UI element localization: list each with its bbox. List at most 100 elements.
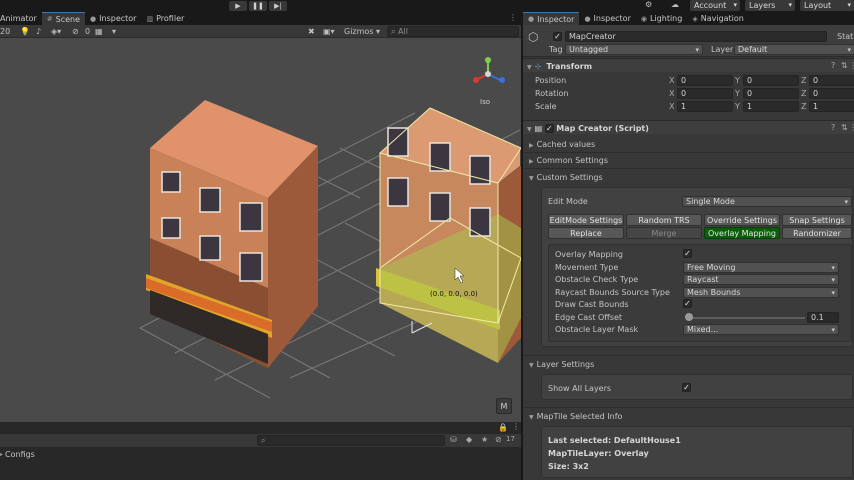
- transform-foldout[interactable]: ▼ ⊹ Transform: [527, 62, 592, 71]
- obstacle-check-type-label: Obstacle Check Type: [555, 275, 639, 284]
- layout-dropdown[interactable]: Layout ▾: [800, 0, 854, 11]
- default-house-selected[interactable]: [376, 107, 521, 363]
- show-all-layers-checkbox[interactable]: ✓: [682, 383, 691, 392]
- filter-by-label-icon[interactable]: ◆: [466, 435, 472, 444]
- default-house-left[interactable]: [146, 100, 318, 368]
- static-label[interactable]: Static: [837, 32, 854, 41]
- effects-icon[interactable]: ◈▾: [51, 26, 61, 37]
- scene-orientation-gizmo[interactable]: [473, 57, 505, 83]
- snap-settings-button[interactable]: Snap Settings: [782, 214, 852, 226]
- step-button[interactable]: ▶|: [269, 1, 287, 11]
- camera-icon[interactable]: ▣▾: [323, 26, 335, 37]
- presets-icon[interactable]: ⇅: [841, 61, 848, 70]
- active-checkbox[interactable]: ✓: [553, 32, 562, 41]
- movement-type-dropdown[interactable]: Free Moving: [683, 261, 839, 273]
- panel-menu-icon[interactable]: ⋮: [512, 422, 520, 431]
- scale-z-field[interactable]: 1: [809, 101, 854, 112]
- pause-button[interactable]: ❚❚: [249, 1, 267, 11]
- component-menu-icon[interactable]: ⋮: [849, 123, 854, 132]
- edge-cast-offset-value-field[interactable]: 0.1: [807, 311, 839, 323]
- m-overlay-button[interactable]: M: [496, 398, 512, 414]
- tag-dropdown[interactable]: Untagged: [565, 44, 703, 55]
- tab-label: Scene: [55, 14, 81, 24]
- account-dropdown[interactable]: Account ▾: [690, 0, 740, 11]
- rotation-y-field[interactable]: 0: [743, 88, 799, 99]
- tab-profiler[interactable]: ▥ Profiler: [141, 12, 189, 25]
- edge-cast-offset-slider-handle[interactable]: [685, 312, 693, 321]
- cloud-icon[interactable]: ☁: [671, 0, 683, 11]
- position-z-field[interactable]: 0: [809, 75, 854, 86]
- lock-icon[interactable]: 🔒: [498, 423, 508, 432]
- custom-settings-foldout[interactable]: ▼ Custom Settings: [529, 173, 603, 182]
- randomizer-button[interactable]: Randomizer: [782, 227, 852, 239]
- bottom-header: 🔒 ⋮: [0, 422, 521, 434]
- rotation-x-field[interactable]: 0: [677, 88, 733, 99]
- main-toolbar: ▶ ❚❚ ▶| ⚙ ☁ Account ▾ Layers ▾ Layout ▾: [0, 0, 854, 12]
- help-icon[interactable]: ?: [831, 123, 835, 132]
- visibility-icon[interactable]: ⊘: [72, 26, 79, 37]
- tools-icon[interactable]: ✖: [308, 26, 315, 37]
- script-enabled-checkbox[interactable]: ✓: [544, 124, 554, 133]
- transform-row-rotation: Rotation X 0 Y 0 Z 0: [523, 87, 854, 99]
- layer-dropdown[interactable]: Default: [734, 44, 854, 55]
- presets-icon[interactable]: ⇅: [841, 123, 848, 132]
- override-settings-button[interactable]: Override Settings: [704, 214, 780, 226]
- tab-inspector[interactable]: ● Inspector: [523, 12, 580, 25]
- tab-label: Animator: [0, 14, 37, 23]
- replace-button[interactable]: Replace: [548, 227, 624, 239]
- component-menu-icon[interactable]: ⋮: [849, 61, 854, 70]
- scale-y-field[interactable]: 1: [743, 101, 799, 112]
- overlay-mapping-button[interactable]: Overlay Mapping: [704, 227, 780, 239]
- favorites-icon[interactable]: ★: [481, 435, 488, 444]
- layer-settings-foldout[interactable]: ▼ Layer Settings: [529, 360, 594, 369]
- chevron-right-icon: ▶: [529, 142, 534, 149]
- tab-navigation[interactable]: ◈ Navigation: [687, 12, 749, 25]
- position-y-field[interactable]: 0: [743, 75, 799, 86]
- draw-cast-bounds-checkbox[interactable]: ✓: [683, 299, 692, 308]
- scene-canvas[interactable]: Iso (0.0, 0.0, 0.0): [0, 38, 521, 422]
- more-dropdown-icon[interactable]: ▾: [112, 26, 116, 37]
- render-mode-value[interactable]: 20: [0, 26, 10, 37]
- random-trs-button[interactable]: Random TRS: [626, 214, 702, 226]
- position-x-field[interactable]: 0: [677, 75, 733, 86]
- collab-icon[interactable]: ⚙: [645, 0, 657, 11]
- property-row: Overlay Mapping ✓: [549, 249, 851, 261]
- tab-lighting[interactable]: ◉ Lighting: [636, 12, 687, 25]
- map-creator-header[interactable]: ▼ ▤ ✓ Map Creator (Script) ? ⇅ ⋮: [523, 120, 854, 134]
- merge-button[interactable]: Merge: [626, 227, 702, 239]
- project-search-input[interactable]: ⌕: [257, 435, 445, 446]
- play-button[interactable]: ▶: [229, 1, 247, 11]
- obstacle-check-type-dropdown[interactable]: Raycast: [683, 274, 839, 285]
- common-settings-foldout[interactable]: ▶ Common Settings: [529, 156, 608, 165]
- edge-cast-offset-slider-track[interactable]: [687, 316, 805, 319]
- tab-inspector-2[interactable]: ● Inspector: [579, 12, 635, 25]
- editmode-settings-button[interactable]: EditMode Settings: [548, 214, 624, 226]
- audio-icon[interactable]: ♪: [36, 26, 41, 37]
- scale-x-field[interactable]: 1: [677, 101, 733, 112]
- cached-values-foldout[interactable]: ▶ Cached values: [529, 140, 595, 149]
- tile-info-foldout[interactable]: ▼ MapTile Selected Info: [529, 412, 622, 421]
- obstacle-layer-mask-dropdown[interactable]: Mixed...: [683, 324, 839, 335]
- grid-toggle-icon[interactable]: ▦: [95, 26, 103, 37]
- transform-header[interactable]: ▼ ⊹ Transform ? ⇅ ⋮: [523, 58, 854, 72]
- configs-folder[interactable]: ▸ Configs: [0, 448, 35, 460]
- tab-animator[interactable]: Animator: [0, 12, 42, 25]
- layers-dropdown[interactable]: Layers ▾: [745, 0, 795, 11]
- help-icon[interactable]: ?: [831, 61, 835, 70]
- scene-view[interactable]: Iso (0.0, 0.0, 0.0) M: [0, 38, 521, 422]
- tab-menu-icon[interactable]: ⋮: [509, 13, 517, 22]
- object-name-field[interactable]: MapCreator: [565, 31, 827, 42]
- scene-search-input[interactable]: ⌕ All: [387, 26, 519, 37]
- overlay-mapping-checkbox[interactable]: ✓: [683, 249, 692, 258]
- edit-mode-dropdown[interactable]: Single Mode: [682, 196, 852, 207]
- tab-scene[interactable]: # Scene: [41, 12, 86, 25]
- gizmos-dropdown[interactable]: Gizmos ▾: [344, 26, 380, 37]
- filter-by-type-icon[interactable]: ⛁: [450, 435, 457, 444]
- hidden-packages-icon[interactable]: ⊘: [495, 435, 502, 444]
- tab-inspector-left[interactable]: ● Inspector: [85, 12, 141, 25]
- raycast-bounds-source-type-dropdown[interactable]: Mesh Bounds: [683, 286, 839, 298]
- folder-expand-icon[interactable]: ▸: [0, 451, 3, 458]
- map-creator-foldout[interactable]: ▼ ▤ ✓ Map Creator (Script): [527, 124, 649, 133]
- rotation-z-field[interactable]: 0: [809, 88, 854, 99]
- lighting-icon[interactable]: 💡: [20, 26, 30, 37]
